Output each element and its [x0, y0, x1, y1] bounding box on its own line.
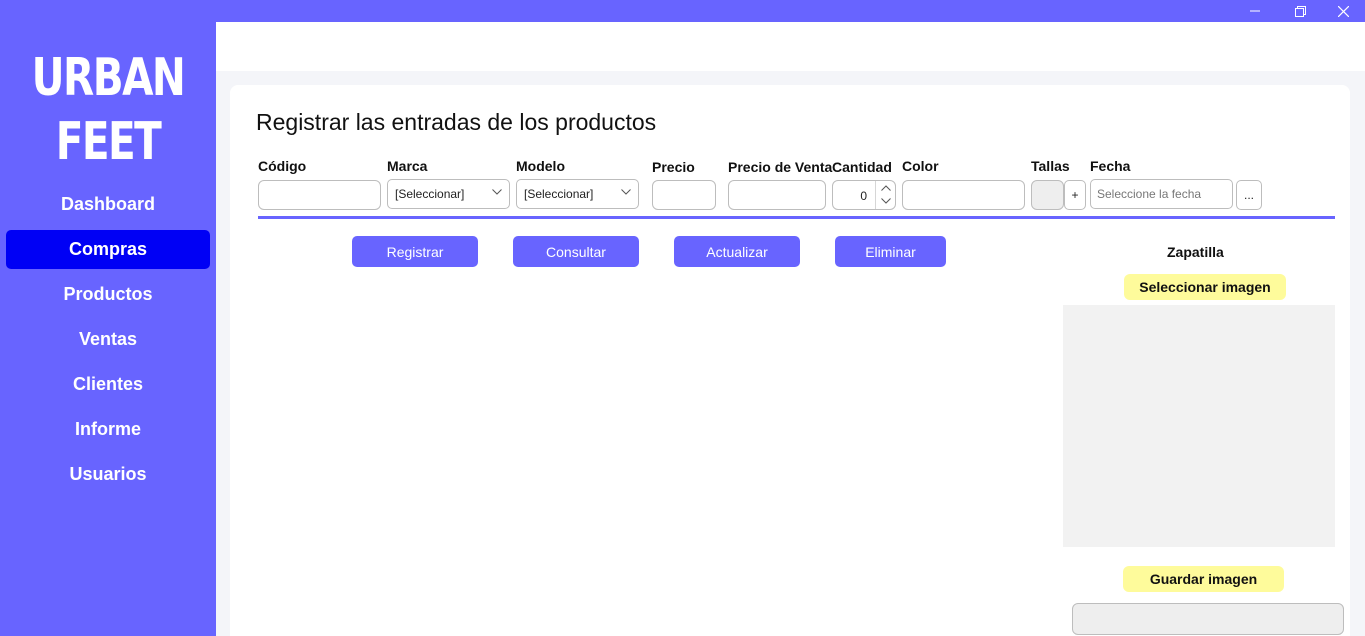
tallas-label: Tallas [1031, 158, 1070, 174]
stepper-arrows[interactable] [875, 181, 895, 209]
select-image-button[interactable]: Seleccionar imagen [1124, 274, 1286, 300]
logo-line-1: URBAN [31, 48, 186, 108]
actualizar-button[interactable]: Actualizar [674, 236, 800, 267]
close-icon [1337, 5, 1349, 17]
precio-venta-label: Precio de Venta [728, 159, 833, 175]
restore-button[interactable] [1278, 0, 1322, 22]
modelo-label: Modelo [516, 158, 565, 174]
sidebar-item-dashboard[interactable]: Dashboard [6, 185, 210, 224]
close-button[interactable] [1321, 0, 1365, 22]
sidebar-item-usuarios[interactable]: Usuarios [6, 455, 210, 494]
fecha-input[interactable]: Seleccione la fecha [1090, 179, 1233, 209]
save-image-button[interactable]: Guardar imagen [1123, 566, 1284, 592]
sidebar-nav: Dashboard Compras Productos Ventas Clien… [6, 185, 210, 500]
color-label: Color [902, 158, 939, 174]
logo-line-2: FEET [55, 112, 162, 172]
precio-venta-input[interactable] [728, 180, 826, 210]
title-bar [0, 0, 1365, 22]
chevron-up-icon[interactable] [881, 185, 891, 191]
chevron-down-icon [621, 189, 631, 195]
precio-label: Precio [652, 159, 695, 175]
page-title: Registrar las entradas de los productos [256, 109, 657, 135]
restore-icon [1294, 5, 1306, 17]
sidebar-item-clientes[interactable]: Clientes [6, 365, 210, 404]
registrar-button[interactable]: Registrar [352, 236, 478, 267]
marca-select[interactable]: [Seleccionar] [387, 179, 510, 209]
sidebar-item-informe[interactable]: Informe [6, 410, 210, 449]
sidebar: URBAN FEET Dashboard Compras Productos V… [0, 22, 216, 636]
cantidad-stepper[interactable]: 0 [832, 180, 896, 210]
add-talla-button[interactable]: + [1064, 180, 1086, 210]
sidebar-item-ventas[interactable]: Ventas [6, 320, 210, 359]
header-strip [216, 22, 1365, 71]
cantidad-label: Cantidad [832, 159, 892, 175]
codigo-input[interactable] [258, 180, 381, 210]
marca-select-value: [Seleccionar] [395, 187, 465, 201]
cantidad-value: 0 [860, 189, 867, 203]
app-logo: URBAN FEET [24, 46, 192, 174]
zapatilla-label: Zapatilla [1167, 244, 1224, 260]
codigo-label: Código [258, 158, 307, 174]
modelo-select-value: [Seleccionar] [524, 187, 594, 201]
image-preview [1063, 305, 1335, 547]
image-path-field[interactable] [1072, 603, 1344, 635]
modelo-select[interactable]: [Seleccionar] [516, 179, 639, 209]
fecha-label: Fecha [1090, 158, 1131, 174]
purchase-form-card: Registrar las entradas de los productos … [230, 85, 1350, 636]
marca-label: Marca [387, 158, 428, 174]
chevron-down-icon [492, 189, 502, 195]
eliminar-button[interactable]: Eliminar [835, 236, 946, 267]
form-divider [258, 216, 1335, 219]
chevron-down-icon[interactable] [881, 198, 891, 204]
tallas-list[interactable] [1031, 180, 1064, 210]
minimize-button[interactable] [1233, 0, 1277, 22]
date-picker-button[interactable]: ... [1236, 180, 1262, 210]
minimize-icon [1250, 10, 1260, 12]
consultar-button[interactable]: Consultar [513, 236, 639, 267]
sidebar-item-compras[interactable]: Compras [6, 230, 210, 269]
precio-input[interactable] [652, 180, 716, 210]
color-input[interactable] [902, 180, 1025, 210]
sidebar-item-productos[interactable]: Productos [6, 275, 210, 314]
